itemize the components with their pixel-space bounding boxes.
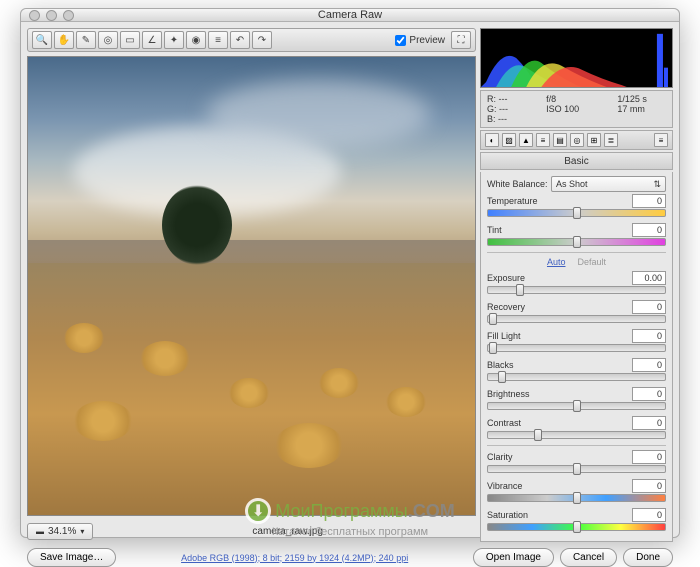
- filename-label: camera_raw.jpg: [99, 526, 476, 537]
- wb-dropdown[interactable]: As Shot⇅: [551, 176, 666, 192]
- tab-presets-icon[interactable]: ≣: [604, 133, 618, 147]
- fill-value[interactable]: 0: [632, 329, 666, 343]
- tab-hsl-icon[interactable]: ≡: [536, 133, 550, 147]
- preview-checkbox-input[interactable]: [395, 35, 406, 46]
- preview-checkbox[interactable]: Preview: [395, 35, 445, 46]
- tab-basic-icon[interactable]: ◐: [485, 133, 499, 147]
- tint-slider[interactable]: [487, 238, 666, 246]
- default-link[interactable]: Default: [577, 257, 606, 267]
- saturation-label: Saturation: [487, 510, 528, 520]
- temperature-label: Temperature: [487, 196, 538, 206]
- basic-panel: White Balance: As Shot⇅ Temperature 0 Ti…: [480, 172, 673, 542]
- panel-title: Basic: [480, 152, 673, 170]
- tab-split-icon[interactable]: ▤: [553, 133, 567, 147]
- rotate-cw-icon[interactable]: ↷: [252, 31, 272, 49]
- tab-detail-icon[interactable]: ▲: [519, 133, 533, 147]
- close-window-button[interactable]: [29, 10, 40, 21]
- panel-tabs: ◐ ▨ ▲ ≡ ▤ ◎ ⊞ ≣ ≡: [480, 130, 673, 150]
- tint-label: Tint: [487, 225, 502, 235]
- prefs-tool-icon[interactable]: ≡: [208, 31, 228, 49]
- brightness-value[interactable]: 0: [632, 387, 666, 401]
- recovery-slider[interactable]: [487, 315, 666, 323]
- titlebar: Camera Raw: [21, 9, 679, 22]
- clarity-slider[interactable]: [487, 465, 666, 473]
- fullscreen-icon[interactable]: ⛶: [451, 31, 471, 49]
- saturation-slider[interactable]: [487, 523, 666, 531]
- tint-value[interactable]: 0: [632, 223, 666, 237]
- brightness-label: Brightness: [487, 389, 530, 399]
- eyedropper-tool-icon[interactable]: ✎: [76, 31, 96, 49]
- color-sampler-icon[interactable]: ◎: [98, 31, 118, 49]
- clarity-value[interactable]: 0: [632, 450, 666, 464]
- vibrance-label: Vibrance: [487, 481, 522, 491]
- minimize-window-button[interactable]: [46, 10, 57, 21]
- recovery-value[interactable]: 0: [632, 300, 666, 314]
- rotate-ccw-icon[interactable]: ↶: [230, 31, 250, 49]
- clarity-label: Clarity: [487, 452, 513, 462]
- tab-menu-icon[interactable]: ≡: [654, 133, 668, 147]
- tab-curve-icon[interactable]: ▨: [502, 133, 516, 147]
- crop-tool-icon[interactable]: ▭: [120, 31, 140, 49]
- exposure-value[interactable]: 0.00: [632, 271, 666, 285]
- temperature-value[interactable]: 0: [632, 194, 666, 208]
- exposure-slider[interactable]: [487, 286, 666, 294]
- blacks-value[interactable]: 0: [632, 358, 666, 372]
- contrast-label: Contrast: [487, 418, 521, 428]
- fill-label: Fill Light: [487, 331, 521, 341]
- histogram[interactable]: [480, 28, 673, 88]
- contrast-value[interactable]: 0: [632, 416, 666, 430]
- saturation-value[interactable]: 0: [632, 508, 666, 522]
- blacks-slider[interactable]: [487, 373, 666, 381]
- brightness-slider[interactable]: [487, 402, 666, 410]
- recovery-label: Recovery: [487, 302, 525, 312]
- app-window: Camera Raw 🔍 ✋ ✎ ◎ ▭ ∠ ✦ ◉ ≡ ↶ ↷ Preview: [20, 8, 680, 538]
- exposure-label: Exposure: [487, 273, 525, 283]
- redeye-tool-icon[interactable]: ◉: [186, 31, 206, 49]
- fill-slider[interactable]: [487, 344, 666, 352]
- hand-tool-icon[interactable]: ✋: [54, 31, 74, 49]
- zoom-tool-icon[interactable]: 🔍: [32, 31, 52, 49]
- zoom-window-button[interactable]: [63, 10, 74, 21]
- blacks-label: Blacks: [487, 360, 514, 370]
- tab-camera-icon[interactable]: ⊞: [587, 133, 601, 147]
- retouch-tool-icon[interactable]: ✦: [164, 31, 184, 49]
- image-preview[interactable]: [27, 56, 476, 516]
- vibrance-value[interactable]: 0: [632, 479, 666, 493]
- auto-link[interactable]: Auto: [547, 257, 566, 267]
- wb-label: White Balance:: [487, 179, 551, 189]
- window-title: Camera Raw: [318, 9, 382, 21]
- vibrance-slider[interactable]: [487, 494, 666, 502]
- tab-lens-icon[interactable]: ◎: [570, 133, 584, 147]
- tool-toolbar: 🔍 ✋ ✎ ◎ ▭ ∠ ✦ ◉ ≡ ↶ ↷ Preview ⛶: [27, 28, 476, 52]
- contrast-slider[interactable]: [487, 431, 666, 439]
- zoom-dropdown[interactable]: ▬ 34.1% ▾: [27, 523, 93, 540]
- exif-info: R: --- G: --- B: --- f/8 ISO 100 1/125 s…: [480, 90, 673, 128]
- straighten-tool-icon[interactable]: ∠: [142, 31, 162, 49]
- temperature-slider[interactable]: [487, 209, 666, 217]
